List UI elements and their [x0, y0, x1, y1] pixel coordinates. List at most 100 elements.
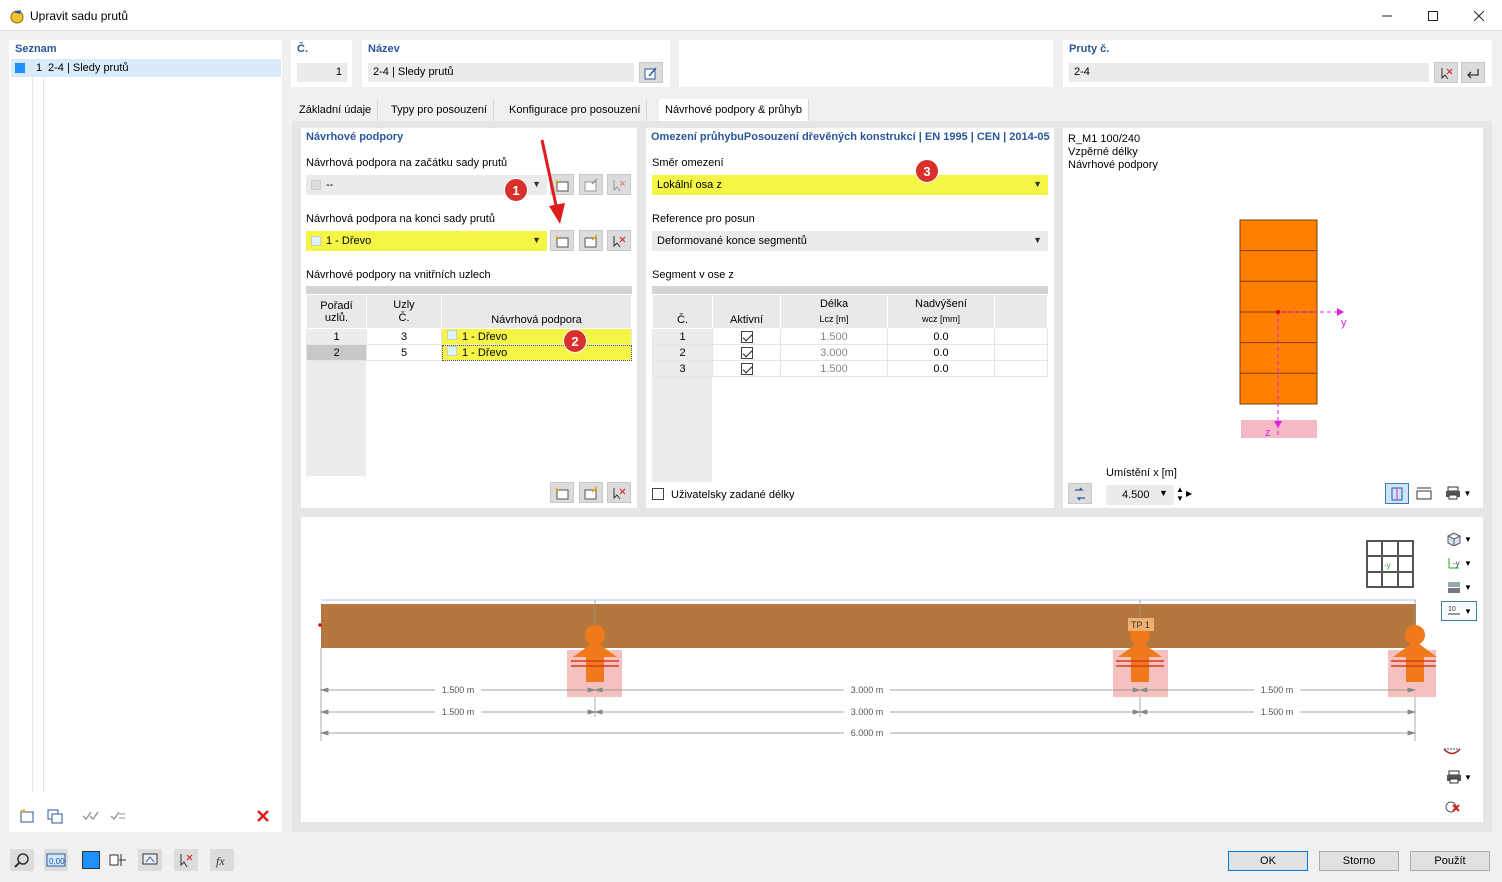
delete-inner-support-button[interactable]	[607, 482, 631, 503]
name-group: Název 2-4 | Sledy prutů	[362, 40, 670, 87]
tree-line	[32, 77, 33, 792]
design-supports-text: Návrhové podpory	[1068, 159, 1158, 171]
delete-item-button[interactable]	[252, 806, 274, 826]
new-support-end-button[interactable]	[550, 230, 574, 251]
table-row[interactable]: 3 1.500 0.0	[652, 360, 1048, 377]
dimension-label: 1.500 m	[1261, 707, 1294, 717]
numbering-icon: 10	[1448, 606, 1461, 615]
new-inner-support-button[interactable]	[550, 482, 574, 503]
members-display-icon	[109, 854, 126, 866]
values-button[interactable]: 0,00	[44, 849, 68, 871]
tab-configuration[interactable]: Konfigurace pro posouzení	[503, 99, 648, 121]
reset-view-icon	[1445, 801, 1460, 813]
col-active: Aktivní	[712, 294, 781, 329]
ok-button[interactable]: OK	[1228, 851, 1308, 871]
delete-support-start-button[interactable]	[607, 174, 631, 195]
formula-button[interactable]: fx	[210, 849, 234, 871]
view-button[interactable]	[138, 849, 162, 871]
col-length: Délka Lcz [m]	[780, 294, 888, 329]
display-button[interactable]	[107, 849, 129, 871]
list-item[interactable]: 1 2-4 | Sledy prutů	[11, 59, 281, 77]
uncheck-button[interactable]	[107, 806, 129, 826]
new-item-icon	[20, 809, 34, 823]
check-all-button[interactable]	[79, 806, 101, 826]
deflection-view-button[interactable]	[1441, 742, 1463, 762]
members-group: Pruty č. 2-4	[1063, 40, 1492, 87]
select-graphic-button[interactable]	[174, 849, 198, 871]
close-button[interactable]	[1456, 0, 1502, 31]
new-item-button[interactable]	[16, 806, 38, 826]
number-field[interactable]: 1	[297, 63, 347, 82]
annotation-badge: 2	[563, 329, 587, 353]
view-supports-button[interactable]	[1385, 483, 1409, 504]
direction-label: Směr omezení	[652, 157, 724, 169]
next-location-button[interactable]: ▶	[1186, 489, 1192, 498]
table-row[interactable]: 2 3.000 0.0	[652, 344, 1048, 361]
axis-y-label: y	[1341, 317, 1347, 329]
print-button[interactable]: ▼	[1440, 483, 1476, 503]
select-members-button[interactable]	[1434, 62, 1458, 83]
tab-basic[interactable]: Základní údaje	[293, 99, 379, 121]
members-field[interactable]: 2-4	[1069, 63, 1429, 82]
maximize-button[interactable]	[1410, 0, 1456, 31]
deflection-header: Omezení průhybuPosouzení dřevěných konst…	[651, 131, 1050, 143]
segment-table: Č. Aktivní Délka Lcz [m] Nadvýšení wcz [mm…	[652, 294, 1048, 377]
cube-icon	[1447, 532, 1461, 546]
name-label: Název	[368, 43, 400, 55]
decimal-icon: 0,00	[46, 853, 66, 867]
cancel-button[interactable]: Storno	[1319, 851, 1399, 871]
reverse-button[interactable]	[1461, 62, 1485, 83]
end-support-value: 1 - Dřevo	[326, 235, 372, 247]
tab-design-supports[interactable]: Návrhové podpory & průhyb	[659, 99, 809, 121]
color-button[interactable]	[80, 849, 102, 871]
active-checkbox[interactable]	[740, 330, 753, 343]
tree-line	[43, 77, 44, 792]
minimize-button[interactable]	[1364, 0, 1410, 31]
active-checkbox[interactable]	[740, 346, 753, 359]
reset-view-button[interactable]	[1441, 797, 1463, 817]
reference-select[interactable]: Deformované konce segmentů ▼	[652, 231, 1048, 251]
apply-button[interactable]: Použít	[1410, 851, 1490, 871]
swap-icon	[1075, 487, 1085, 500]
edit-support-end-button[interactable]	[579, 230, 603, 251]
cross-section-drawing: y z	[1239, 219, 1347, 439]
chevron-down-icon: ▼	[1464, 582, 1472, 592]
numbering-button[interactable]: 10 ▼	[1441, 601, 1477, 621]
edit-list-icon	[584, 233, 598, 247]
direction-select[interactable]: Lokální osa z ▼	[652, 175, 1048, 195]
end-support-select[interactable]: 1 - Dřevo ▼	[306, 231, 547, 251]
minimize-icon	[1382, 15, 1392, 16]
chevron-down-icon: ▼	[1464, 772, 1472, 782]
edit-inner-support-button[interactable]	[579, 482, 603, 503]
table-row[interactable]: 1 1.500 0.0	[652, 328, 1048, 345]
edit-name-button[interactable]	[639, 62, 663, 83]
user-lengths-checkbox[interactable]	[652, 488, 664, 501]
dimension-label: 1.500 m	[442, 707, 475, 717]
name-field[interactable]: 2-4 | Sledy prutů	[368, 63, 634, 82]
copy-item-button[interactable]	[44, 806, 66, 826]
location-label: Umístění x [m]	[1106, 467, 1177, 479]
delete-support-end-button[interactable]	[607, 230, 631, 251]
refresh-view-button[interactable]	[1068, 483, 1092, 504]
location-select[interactable]: 4.500 ▼	[1106, 485, 1174, 505]
printer-icon	[1447, 770, 1462, 784]
list-panel: Seznam 1 2-4 | Sledy prutů	[9, 40, 282, 832]
location-spinner[interactable]: ▲ ▼	[1175, 485, 1185, 503]
view-iso-button[interactable]: ▼	[1441, 529, 1477, 549]
edit-support-start-button[interactable]	[579, 174, 603, 195]
print-graphic-button[interactable]: ▼	[1441, 767, 1477, 787]
chevron-down-icon: ▼	[1464, 534, 1472, 544]
search-button[interactable]	[10, 849, 34, 871]
direction-value: Lokální osa z	[657, 179, 722, 191]
tab-design-types[interactable]: Typy pro posouzení	[385, 99, 495, 121]
deflection-panel: Omezení průhybuPosouzení dřevěných konst…	[646, 128, 1054, 508]
start-support-value: --	[326, 179, 334, 191]
col-camber: Nadvýšení wcz [mm]	[887, 294, 995, 329]
dimension-label: 6.000 m	[851, 728, 884, 738]
axis-button[interactable]: -y ▼	[1441, 553, 1477, 573]
support-label: TP 1	[1131, 620, 1150, 630]
render-button[interactable]: ▼	[1441, 577, 1477, 597]
uncheck-icon	[110, 811, 125, 821]
dimension-button[interactable]	[1413, 483, 1435, 503]
active-checkbox[interactable]	[740, 362, 753, 375]
